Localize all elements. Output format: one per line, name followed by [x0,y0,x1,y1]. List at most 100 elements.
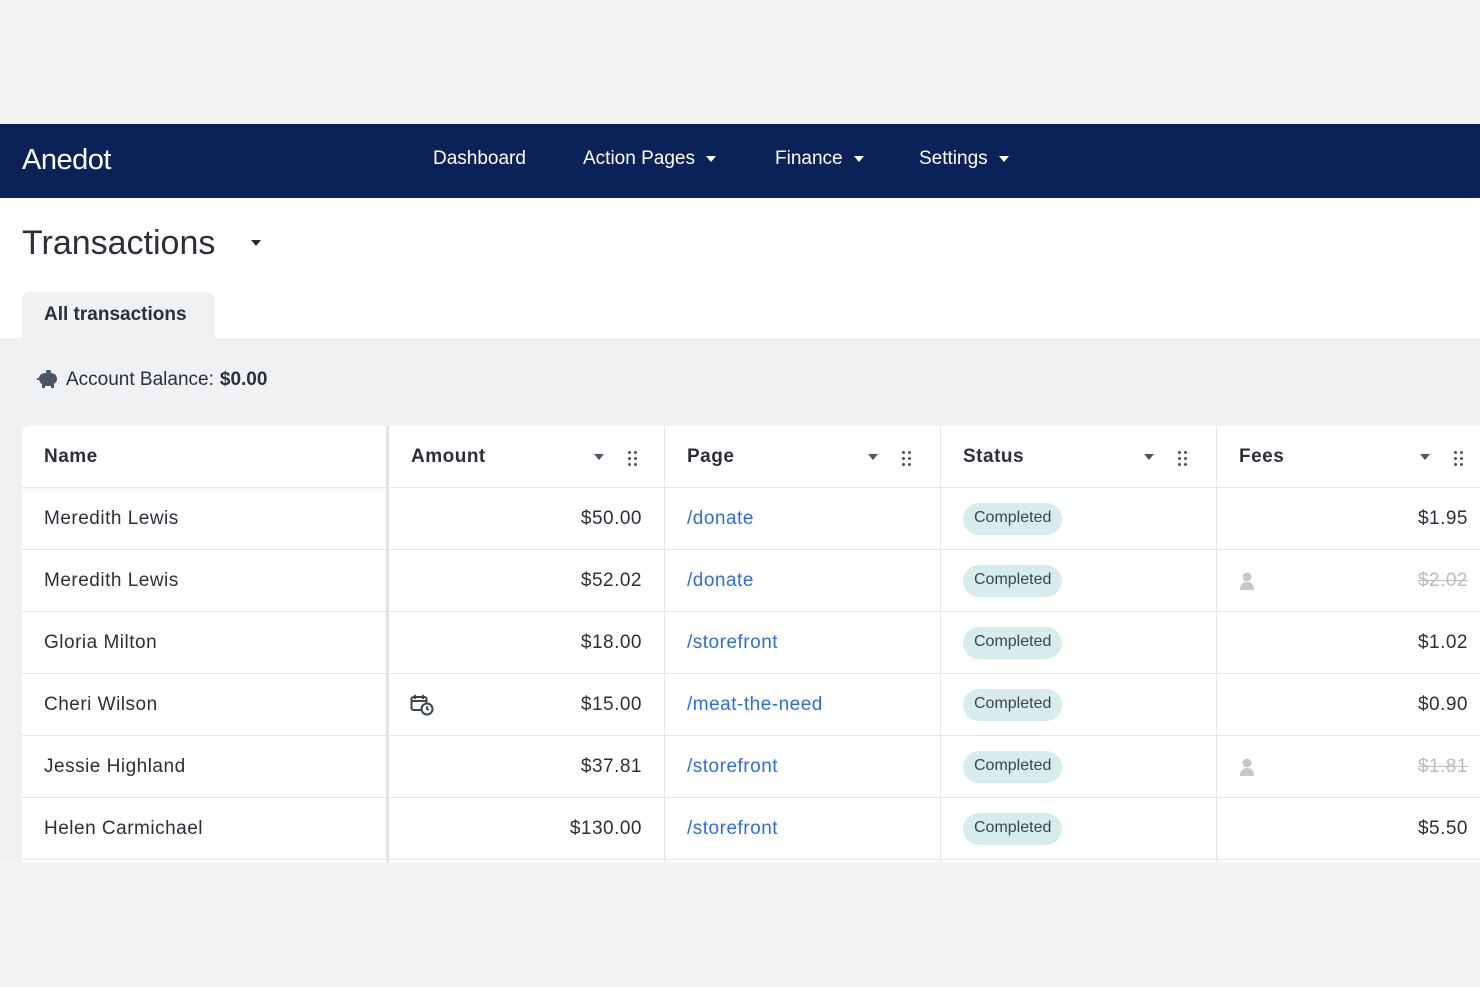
cell-amount: $15.00 [581,694,642,716]
table-row: $18.00 [389,612,664,674]
page-title: Transactions [22,224,215,263]
page-link[interactable]: /meat-the-need [687,694,823,716]
column-amount: Amount $50.00 $52.02 $18.00 [386,426,664,862]
drag-handle-icon[interactable] [1177,450,1189,468]
table-row: Completed [941,550,1216,612]
table-row: /meat-the-need [665,674,940,736]
drag-handle-icon[interactable] [627,450,639,468]
table-row: $0.90 [1217,674,1480,736]
account-balance: Account Balance: $0.00 [36,369,267,391]
sort-caret-icon[interactable] [1420,454,1430,460]
tab-all-transactions[interactable]: All transactions [22,292,215,338]
nav-dashboard-label: Dashboard [433,148,526,170]
title-dropdown-icon[interactable] [251,240,261,246]
cell-name: Gloria Milton [44,632,157,654]
table-row: $37.81 [389,736,664,798]
cell-name: Meredith Lewis [44,570,179,592]
table-row: Completed [941,674,1216,736]
sort-caret-icon[interactable] [1144,454,1154,460]
header-fees[interactable]: Fees [1217,426,1480,488]
table-row: Completed [941,612,1216,674]
sort-caret-icon[interactable] [868,454,878,460]
chevron-down-icon [854,156,864,162]
header-page[interactable]: Page [665,426,940,488]
cell-name: Jessie Highland [44,756,186,778]
table-row[interactable]: Gloria Milton [22,612,386,674]
column-fees: Fees $1.95 $2.02 $1.02 $0.90 [1216,426,1480,862]
table-row: $50.00 [389,488,664,550]
balance-value: $0.00 [220,369,268,391]
table-row: /donate [665,488,940,550]
table-row: $52.02 [389,550,664,612]
table-row: $5.50 [1217,798,1480,860]
page-link[interactable]: /storefront [687,632,778,654]
cell-name: Meredith Lewis [44,508,179,530]
donor-covered-fee-icon[interactable] [1239,571,1255,591]
cell-amount: $37.81 [581,756,642,778]
status-badge: Completed [963,565,1062,597]
table-row: Completed [941,798,1216,860]
app-window: Anedot Dashboard Action Pages Finance Se… [0,124,1480,862]
nav-action-pages[interactable]: Action Pages [583,148,716,170]
table-row[interactable]: Helen Carmichael [22,798,386,860]
page-link[interactable]: /storefront [687,818,778,840]
header-name-label: Name [44,446,98,468]
cell-fee: $1.95 [1418,508,1468,530]
table-row[interactable]: Meredith Lewis [22,488,386,550]
drag-handle-icon[interactable] [1453,450,1465,468]
header-amount[interactable]: Amount [389,426,664,488]
donor-covered-fee-icon[interactable] [1239,757,1255,777]
recurring-calendar-icon[interactable] [410,694,434,716]
page-link[interactable]: /donate [687,508,754,530]
cell-fee: $1.02 [1418,632,1468,654]
balance-label: Account Balance: [66,369,214,391]
page-link[interactable]: /storefront [687,756,778,778]
status-badge: Completed [963,503,1062,535]
status-badge: Completed [963,751,1062,783]
header-name[interactable]: Name [22,426,386,488]
table-row[interactable]: Jessie Highland [22,736,386,798]
header-fees-label: Fees [1239,446,1284,468]
status-badge: Completed [963,813,1062,845]
cell-name: Cheri Wilson [44,694,158,716]
table-row: $130.00 [389,798,664,860]
cell-name: Helen Carmichael [44,818,203,840]
column-name: Name Meredith Lewis Meredith Lewis Glori… [22,426,386,862]
table-row: $1.02 [1217,612,1480,674]
sort-caret-icon[interactable] [594,454,604,460]
table-row: /storefront [665,798,940,860]
column-page: Page /donate /donate /storefront /meat-t… [664,426,940,862]
cell-amount: $52.02 [581,570,642,592]
cell-amount: $18.00 [581,632,642,654]
table-row: /donate [665,550,940,612]
nav-settings[interactable]: Settings [919,148,1009,170]
table-row: /storefront [665,612,940,674]
table-row[interactable]: Meredith Lewis [22,550,386,612]
transactions-table: Name Meredith Lewis Meredith Lewis Glori… [22,426,1480,862]
status-badge: Completed [963,689,1062,721]
table-row: $1.95 [1217,488,1480,550]
column-status: Status Completed Completed Completed Com… [940,426,1216,862]
page-link[interactable]: /donate [687,570,754,592]
cell-fee: $5.50 [1418,818,1468,840]
piggy-bank-icon [36,369,60,391]
nav-finance[interactable]: Finance [775,148,864,170]
table-row: Completed [941,736,1216,798]
brand-logo[interactable]: Anedot [22,144,111,177]
cell-fee: $0.90 [1418,694,1468,716]
cell-amount: $130.00 [570,818,642,840]
cell-fee: $1.81 [1418,756,1468,778]
header-page-label: Page [687,446,734,468]
header-status-label: Status [963,446,1024,468]
status-badge: Completed [963,627,1062,659]
table-row: $2.02 [1217,550,1480,612]
top-navbar: Anedot Dashboard Action Pages Finance Se… [0,124,1480,198]
table-row: /storefront [665,736,940,798]
chevron-down-icon [999,156,1009,162]
nav-dashboard[interactable]: Dashboard [433,148,526,170]
table-row: $15.00 [389,674,664,736]
drag-handle-icon[interactable] [901,450,913,468]
table-row[interactable]: Cheri Wilson [22,674,386,736]
table-row: $1.81 [1217,736,1480,798]
header-status[interactable]: Status [941,426,1216,488]
